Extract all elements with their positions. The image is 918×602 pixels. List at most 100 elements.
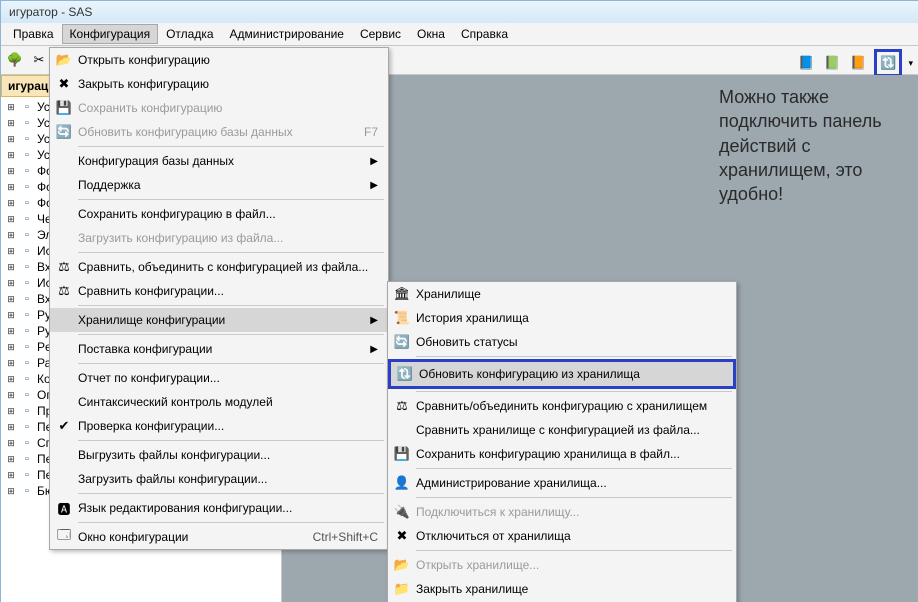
expand-icon[interactable]: ⊞ xyxy=(5,357,17,369)
expand-icon[interactable]: ⊞ xyxy=(5,309,17,321)
menu-item-icon: ✔ xyxy=(50,414,78,438)
toolbar-icon-scissors[interactable]: ✂ xyxy=(29,50,49,70)
menu-администрирование[interactable]: Администрирование xyxy=(222,24,352,44)
menu-окна[interactable]: Окна xyxy=(409,24,453,44)
expand-icon[interactable]: ⊞ xyxy=(5,245,17,257)
expand-icon[interactable]: ⊞ xyxy=(5,149,17,161)
expand-icon[interactable]: ⊞ xyxy=(5,437,17,449)
menu-item[interactable]: ✖Закрыть конфигурацию xyxy=(50,72,388,96)
submenu-item-icon: ✖ xyxy=(388,524,416,548)
menu-item-icon xyxy=(50,226,78,250)
toolbar-icon-storage1[interactable]: 📘 xyxy=(796,53,816,73)
submenu-item-label: Обновить статусы xyxy=(416,335,726,349)
toolbar-icon-storage3[interactable]: 📙 xyxy=(848,53,868,73)
menu-item[interactable]: Синтаксический контроль модулей xyxy=(50,390,388,414)
submenu-arrow-icon: ▶ xyxy=(370,180,378,191)
menu-item[interactable]: ✔Проверка конфигурации... xyxy=(50,414,388,438)
document-icon: ▫ xyxy=(21,293,33,305)
menu-отладка[interactable]: Отладка xyxy=(158,24,221,44)
menu-item[interactable]: Поддержка▶ xyxy=(50,173,388,197)
menu-item-icon xyxy=(50,308,78,332)
expand-icon[interactable]: ⊞ xyxy=(5,373,17,385)
submenu-item[interactable]: ⚖Сравнить/объединить конфигурацию с хран… xyxy=(388,394,736,418)
menu-item-icon xyxy=(50,337,78,361)
menu-справка[interactable]: Справка xyxy=(453,24,516,44)
submenu-item[interactable]: 💾Сохранить конфигурацию хранилища в файл… xyxy=(388,442,736,466)
menu-item-icon: 🗔 xyxy=(50,525,78,549)
submenu-item-icon: 📜 xyxy=(388,306,416,330)
menu-item-label: Закрыть конфигурацию xyxy=(78,77,378,91)
menu-item-label: Сохранить конфигурацию в файл... xyxy=(78,207,378,221)
submenu-item-icon: 🔃 xyxy=(391,362,419,386)
expand-icon[interactable]: ⊞ xyxy=(5,101,17,113)
expand-icon[interactable]: ⊞ xyxy=(5,133,17,145)
document-icon: ▫ xyxy=(21,485,33,497)
menu-item: 💾Сохранить конфигурацию xyxy=(50,96,388,120)
menu-конфигурация[interactable]: Конфигурация xyxy=(62,24,159,44)
menu-item[interactable]: Выгрузить файлы конфигурации... xyxy=(50,443,388,467)
storage-submenu: 🏛Хранилище📜История хранилища🔄Обновить ст… xyxy=(387,281,737,602)
expand-icon[interactable]: ⊞ xyxy=(5,453,17,465)
toolbar-icon-storage2[interactable]: 📗 xyxy=(822,53,842,73)
expand-icon[interactable]: ⊞ xyxy=(5,341,17,353)
expand-icon[interactable]: ⊞ xyxy=(5,197,17,209)
expand-icon[interactable]: ⊞ xyxy=(5,485,17,497)
menu-item-label: Проверка конфигурации... xyxy=(78,419,378,433)
menu-item[interactable]: ⚖Сравнить конфигурации... xyxy=(50,279,388,303)
toolbar-dropdown-arrow[interactable]: ▾ xyxy=(908,58,913,69)
menu-item[interactable]: Поставка конфигурации▶ xyxy=(50,337,388,361)
menu-item-label: Синтаксический контроль модулей xyxy=(78,395,378,409)
submenu-item[interactable]: 📁Закрыть хранилище xyxy=(388,577,736,601)
menu-item-icon: 📂 xyxy=(50,48,78,72)
menu-item-icon: ⚖ xyxy=(50,279,78,303)
menu-сервис[interactable]: Сервис xyxy=(352,24,409,44)
menu-item[interactable]: Хранилище конфигурации▶ xyxy=(50,308,388,332)
document-icon: ▫ xyxy=(21,197,33,209)
menu-item-label: Загрузить файлы конфигурации... xyxy=(78,472,378,486)
expand-icon[interactable]: ⊞ xyxy=(5,277,17,289)
expand-icon[interactable]: ⊞ xyxy=(5,293,17,305)
menu-item-icon xyxy=(50,366,78,390)
menu-item-label: Открыть конфигурацию xyxy=(78,53,378,67)
menu-item-label: Отчет по конфигурации... xyxy=(78,371,378,385)
expand-icon[interactable]: ⊞ xyxy=(5,117,17,129)
submenu-item: 📂Открыть хранилище... xyxy=(388,553,736,577)
submenu-arrow-icon: ▶ xyxy=(370,156,378,167)
submenu-item-icon: 🔌 xyxy=(388,500,416,524)
menu-item[interactable]: 🅰Язык редактирования конфигурации... xyxy=(50,496,388,520)
expand-icon[interactable]: ⊞ xyxy=(5,405,17,417)
menu-item[interactable]: Загрузить файлы конфигурации... xyxy=(50,467,388,491)
document-icon: ▫ xyxy=(21,261,33,273)
document-icon: ▫ xyxy=(21,101,33,113)
menu-item-label: Сохранить конфигурацию xyxy=(78,101,378,115)
submenu-item[interactable]: 🔃Обновить конфигурацию из хранилища xyxy=(391,362,733,386)
expand-icon[interactable]: ⊞ xyxy=(5,229,17,241)
expand-icon[interactable]: ⊞ xyxy=(5,421,17,433)
submenu-item[interactable]: ✖Отключиться от хранилища xyxy=(388,524,736,548)
expand-icon[interactable]: ⊞ xyxy=(5,325,17,337)
expand-icon[interactable]: ⊞ xyxy=(5,181,17,193)
toolbar-icon-refresh-storage[interactable]: 🔃 xyxy=(878,53,898,73)
document-icon: ▫ xyxy=(21,469,33,481)
submenu-item[interactable]: 👤Администрирование хранилища... xyxy=(388,471,736,495)
toolbar-icon-tree[interactable]: 🌳 xyxy=(5,50,25,70)
expand-icon[interactable]: ⊞ xyxy=(5,261,17,273)
menu-item[interactable]: 📂Открыть конфигурацию xyxy=(50,48,388,72)
expand-icon[interactable]: ⊞ xyxy=(5,389,17,401)
submenu-item[interactable]: 🏛Хранилище xyxy=(388,282,736,306)
submenu-item[interactable]: Сравнить хранилище с конфигурацией из фа… xyxy=(388,418,736,442)
submenu-item-icon: 👤 xyxy=(388,471,416,495)
submenu-item[interactable]: 📜История хранилища xyxy=(388,306,736,330)
menu-item[interactable]: 🗔Окно конфигурацииCtrl+Shift+C xyxy=(50,525,388,549)
annotation-text: Можно также подключить панель действий с… xyxy=(719,85,909,206)
expand-icon[interactable]: ⊞ xyxy=(5,213,17,225)
expand-icon[interactable]: ⊞ xyxy=(5,165,17,177)
expand-icon[interactable]: ⊞ xyxy=(5,469,17,481)
menu-item[interactable]: ⚖Сравнить, объединить с конфигурацией из… xyxy=(50,255,388,279)
document-icon: ▫ xyxy=(21,373,33,385)
menu-item[interactable]: Конфигурация базы данных▶ xyxy=(50,149,388,173)
submenu-item[interactable]: 🔄Обновить статусы xyxy=(388,330,736,354)
menu-правка[interactable]: Правка xyxy=(5,24,62,44)
menu-item[interactable]: Отчет по конфигурации... xyxy=(50,366,388,390)
menu-item[interactable]: Сохранить конфигурацию в файл... xyxy=(50,202,388,226)
